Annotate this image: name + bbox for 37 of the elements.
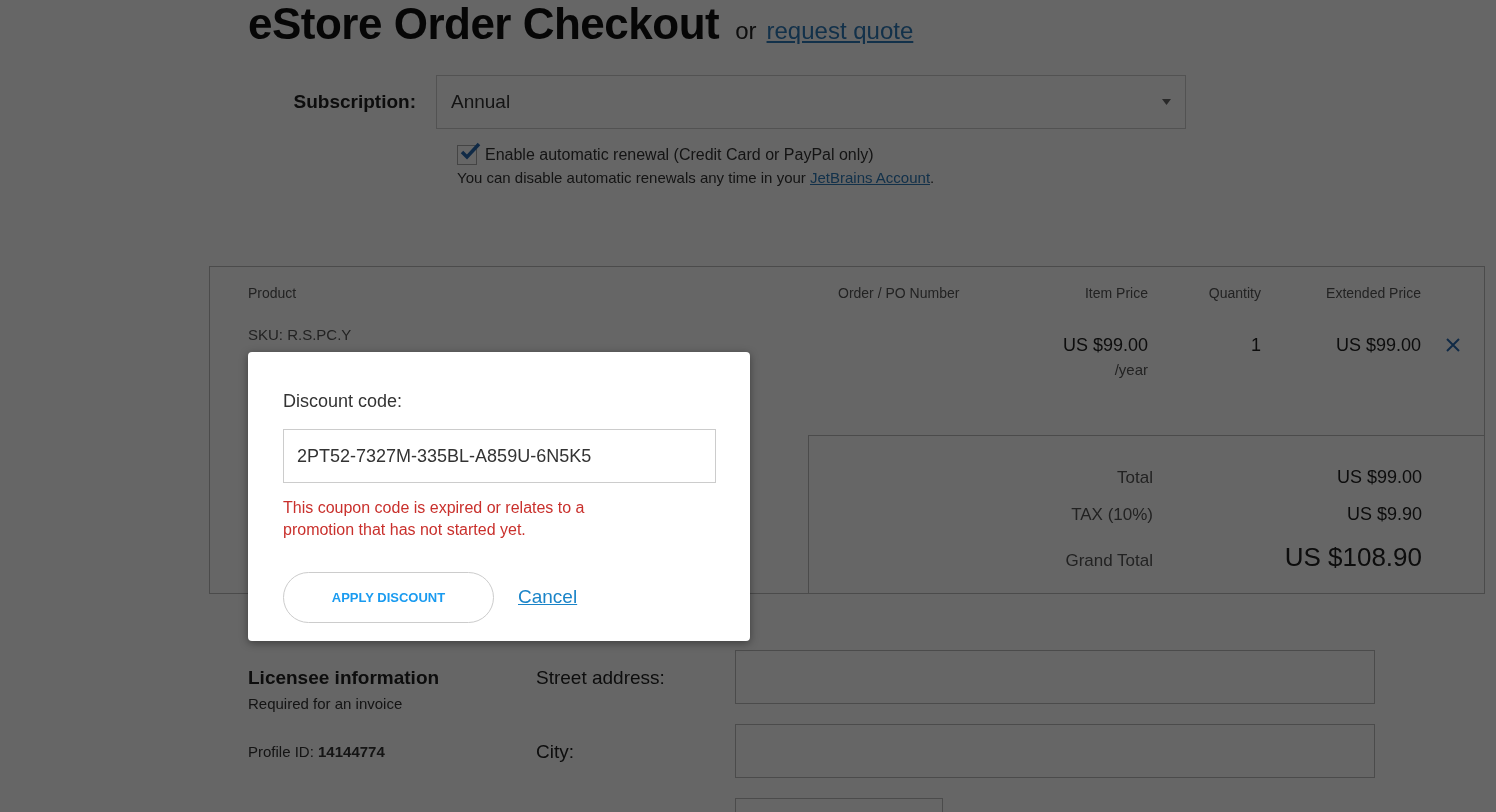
field-label: Street address:	[536, 666, 665, 690]
column-header: Order / PO Number	[838, 283, 961, 303]
total-label: TAX (10%)	[1070, 504, 1153, 526]
column-header: Quantity	[1207, 283, 1261, 303]
discount-code-field[interactable]: 2PT52-7327M-335BL-A859U-6N5K5	[283, 429, 716, 483]
cancel-link[interactable]: Cancel	[518, 583, 578, 612]
subscription-label: Subscription:	[292, 89, 417, 114]
licensee-subtitle: Required for an invoice	[248, 693, 404, 714]
total-value: US $108.90	[1283, 541, 1422, 574]
caret-icon	[1162, 99, 1171, 105]
column-header: Product	[248, 283, 298, 303]
total-value: US $99.00	[1335, 466, 1422, 489]
price-period: /year	[1113, 359, 1148, 380]
column-header: Item Price	[1084, 283, 1148, 303]
column-header: Extended Price	[1325, 283, 1421, 303]
input-field[interactable]	[735, 650, 1375, 704]
input-field[interactable]	[735, 724, 1375, 778]
extended-price: US $99.00	[1335, 334, 1421, 355]
licensee-title: Licensee information	[248, 666, 441, 690]
total-value: US $9.90	[1345, 503, 1422, 526]
or-text: or	[735, 16, 757, 46]
field-label: City:	[536, 740, 574, 764]
total-label: Grand Total	[1064, 550, 1153, 572]
renewal-note: You can disable automatic renewals any time in your JetBrains Account.	[457, 168, 936, 188]
error-message: This coupon code is expired or relates to a promotion that has not started yet.	[283, 498, 586, 541]
discount-code-label: Discount code:	[283, 390, 404, 413]
request-quote-link[interactable]: request quote	[766, 13, 914, 49]
renewal-label: Enable automatic renewal (Credit Card or PayPal only)	[485, 145, 874, 165]
profile-id-text: Profile ID: 14144774	[248, 742, 386, 762]
remove-icon[interactable]	[1446, 337, 1460, 352]
apply-discount-button[interactable]: APPLY DISCOUNT	[283, 571, 494, 623]
subscription-select[interactable]: Annual	[436, 75, 1186, 129]
item-price: US $99.00	[1061, 333, 1148, 357]
quantity-value: 1	[1251, 334, 1261, 355]
page-title: eStore Order Checkout	[248, 0, 720, 49]
sku-text: SKU: R.S.PC.Y	[248, 324, 353, 345]
total-label: Total	[1116, 467, 1153, 489]
